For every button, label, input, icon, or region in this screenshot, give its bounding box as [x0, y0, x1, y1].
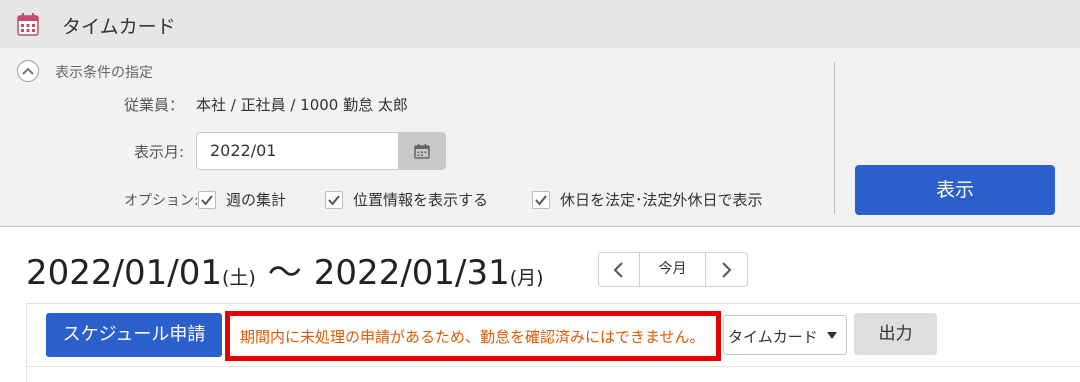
- next-month-button[interactable]: [705, 253, 747, 286]
- warning-text: 期間内に未処理の申請があるため、勤怠を確認済みにはできません。: [240, 328, 705, 346]
- holiday-type-checkbox[interactable]: [532, 191, 550, 209]
- period-separator: 〜: [267, 253, 302, 293]
- title-bar: タイムカード: [0, 0, 1080, 48]
- check-icon: [201, 195, 213, 206]
- period-end-weekday: (月): [509, 267, 544, 289]
- location-label: 位置情報を表示する: [353, 191, 489, 209]
- period-start: 2022/01/01: [26, 253, 222, 293]
- month-navigation: 今月: [598, 252, 748, 287]
- chevron-left-icon: [613, 262, 623, 278]
- caret-down-icon: [827, 332, 837, 339]
- schedule-request-button[interactable]: スケジュール申請: [46, 313, 222, 357]
- month-label: 表示月:: [134, 143, 185, 161]
- weekly-summary-checkbox[interactable]: [198, 191, 216, 209]
- chevron-up-icon: [22, 67, 34, 75]
- period-range: 2022/01/01(土) 〜 2022/01/31(月): [26, 245, 544, 294]
- location-checkbox[interactable]: [325, 191, 343, 209]
- page-title: タイムカード: [62, 16, 176, 38]
- period-end: 2022/01/31: [313, 253, 510, 293]
- calendar-icon: [17, 12, 39, 36]
- current-month-button[interactable]: 今月: [640, 253, 705, 286]
- show-button[interactable]: 表示: [855, 165, 1055, 215]
- warning-message: 期間内に未処理の申請があるため、勤怠を確認済みにはできません。: [225, 311, 721, 361]
- panel-divider: [26, 366, 1080, 367]
- calendar-icon: [414, 144, 430, 159]
- prev-month-button[interactable]: [599, 253, 640, 286]
- output-button[interactable]: 出力: [854, 313, 937, 355]
- holiday-type-label: 休日を法定･法定外休日で表示: [560, 191, 763, 209]
- month-input[interactable]: 2022/01: [196, 132, 398, 170]
- employee-value: 本社 / 正社員 / 1000 勤怠 太郎: [196, 96, 408, 114]
- weekly-summary-label: 週の集計: [226, 191, 287, 209]
- employee-label: 従業員：: [124, 96, 185, 114]
- check-icon: [535, 195, 547, 206]
- view-type-select[interactable]: タイムカード: [723, 315, 847, 355]
- conditions-title: 表示条件の指定: [55, 65, 153, 81]
- vertical-divider: [834, 62, 835, 214]
- month-picker-button[interactable]: [398, 132, 446, 170]
- collapse-conditions-button[interactable]: [17, 60, 39, 82]
- check-icon: [328, 195, 340, 206]
- chevron-right-icon: [722, 262, 732, 278]
- options-label: オプション:: [124, 193, 199, 209]
- view-type-value: タイムカード: [728, 328, 818, 346]
- period-start-weekday: (土): [221, 267, 256, 289]
